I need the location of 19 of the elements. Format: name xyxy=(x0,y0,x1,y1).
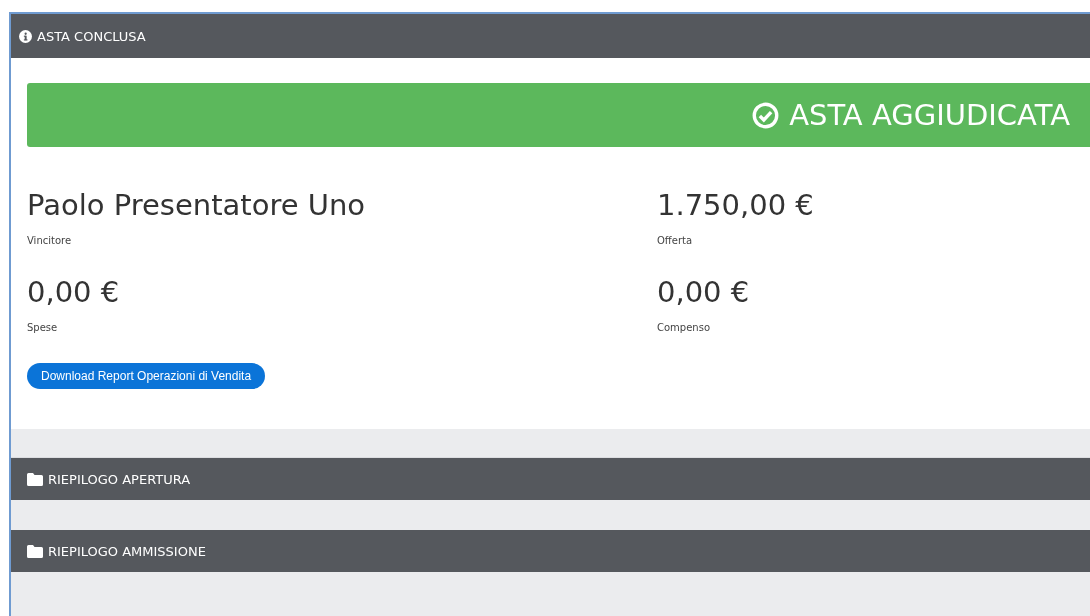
field-label: Spese xyxy=(27,322,59,333)
folder-icon xyxy=(27,472,43,486)
section-title: RIEPILOGO APERTURA xyxy=(48,471,191,487)
download-report-button[interactable]: Download Report Operazioni di Vendita xyxy=(27,363,266,389)
field-value: 1.750,00 € xyxy=(657,187,815,223)
field-value: 0,00 € xyxy=(657,274,751,310)
info-icon xyxy=(19,29,32,43)
section-header[interactable]: RIEPILOGO AMMISSIONE xyxy=(11,530,1090,572)
panel-title: ASTA CONCLUSA xyxy=(37,28,146,44)
folder-icon xyxy=(27,544,43,558)
field-value: Paolo Presentatore Uno xyxy=(27,187,367,223)
status-text: ASTA AGGIUDICATA xyxy=(789,98,1070,132)
field-label: Compenso xyxy=(657,322,711,333)
field-label: Vincitore xyxy=(27,235,73,246)
field-label: Offerta xyxy=(657,235,694,246)
field-value: 0,00 € xyxy=(27,274,121,310)
section-header[interactable]: RIEPILOGO APERTURA xyxy=(11,458,1090,500)
check-circle-icon xyxy=(752,101,780,129)
section-title: RIEPILOGO AMMISSIONE xyxy=(48,543,206,559)
